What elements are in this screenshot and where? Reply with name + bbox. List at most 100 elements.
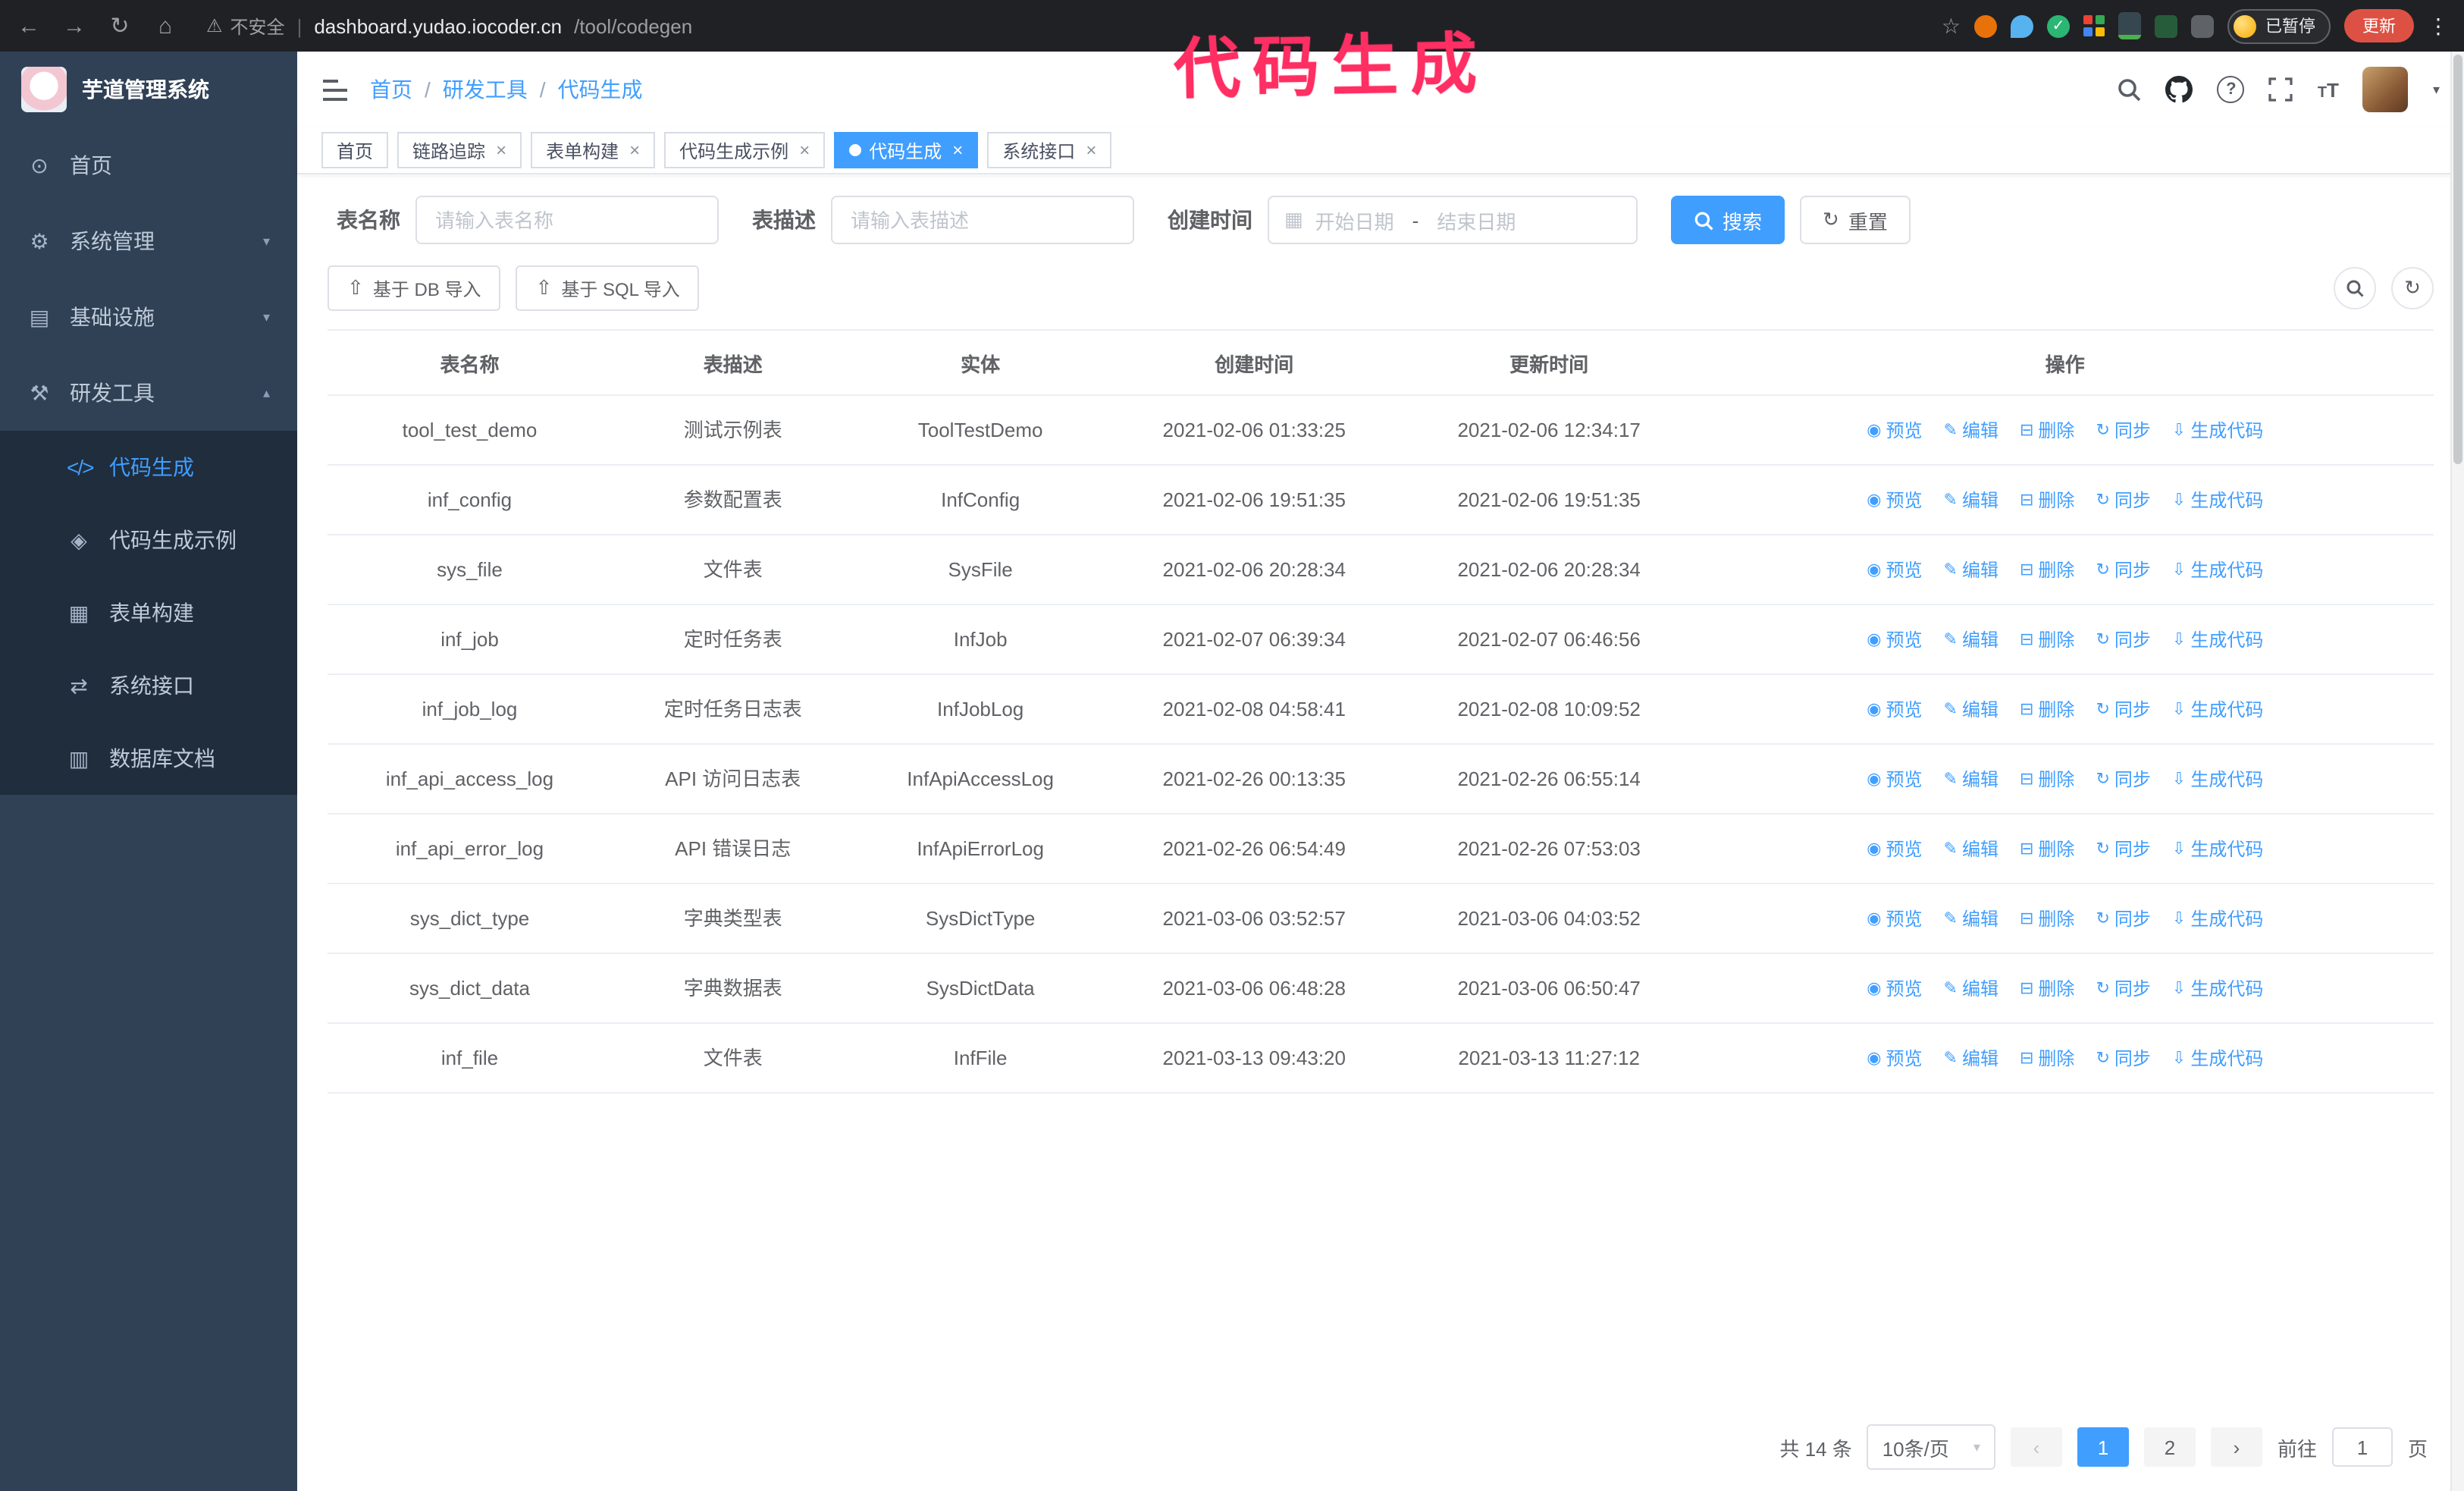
import-sql-button[interactable]: ⇧ 基于 SQL 导入 [516, 265, 700, 311]
date-range-picker[interactable]: ▦ 开始日期 - 结束日期 [1268, 196, 1638, 244]
sync-link[interactable]: ↻ 同步 [2096, 554, 2150, 587]
edit-link[interactable]: ✎ 编辑 [1944, 623, 1998, 657]
app-logo[interactable]: 芋道管理系统 [0, 52, 297, 127]
preview-link[interactable]: ◉ 预览 [1867, 763, 1922, 796]
preview-link[interactable]: ◉ 预览 [1867, 1042, 1922, 1075]
profile-paused-chip[interactable]: 已暂停 [2227, 8, 2331, 43]
preview-link[interactable]: ◉ 预览 [1867, 414, 1922, 447]
chrome-menu-icon[interactable]: ⋮ [2428, 13, 2449, 39]
close-tab-icon[interactable]: × [952, 140, 963, 161]
edit-link[interactable]: ✎ 编辑 [1944, 902, 1998, 936]
preview-link[interactable]: ◉ 预览 [1867, 693, 1922, 727]
extension-icon-grid[interactable] [2083, 15, 2105, 36]
chrome-update-button[interactable]: 更新 [2344, 9, 2414, 42]
sync-link[interactable]: ↻ 同步 [2096, 414, 2150, 447]
goto-page-input[interactable] [2331, 1427, 2393, 1467]
delete-link[interactable]: ⊟ 删除 [2020, 902, 2074, 936]
prev-page-button[interactable]: ‹ [2010, 1427, 2062, 1467]
preview-link[interactable]: ◉ 预览 [1867, 833, 1922, 866]
generate-code-link[interactable]: ⇩ 生成代码 [2172, 833, 2263, 866]
reload-icon[interactable]: ↻ [106, 12, 133, 39]
extension-icon-green-check[interactable]: ✓ [2047, 14, 2070, 37]
sync-link[interactable]: ↻ 同步 [2096, 693, 2150, 727]
font-size-icon[interactable]: TT [2318, 78, 2339, 101]
breadcrumb-dev-tools[interactable]: 研发工具 [443, 74, 528, 105]
tab-api[interactable]: 系统接口 × [987, 132, 1112, 168]
close-tab-icon[interactable]: × [799, 140, 810, 161]
edit-link[interactable]: ✎ 编辑 [1944, 554, 1998, 587]
tab-codegen-example[interactable]: 代码生成示例 × [664, 132, 826, 168]
sidebar-item-db-doc[interactable]: ▥ 数据库文档 [0, 722, 297, 795]
preview-link[interactable]: ◉ 预览 [1867, 902, 1922, 936]
sidebar-item-infrastructure[interactable]: ▤ 基础设施 ▾ [0, 279, 297, 355]
extension-icon-leaf[interactable] [2155, 14, 2177, 37]
sidebar-item-form-builder[interactable]: ▦ 表单构建 [0, 576, 297, 649]
sync-link[interactable]: ↻ 同步 [2096, 763, 2150, 796]
generate-code-link[interactable]: ⇩ 生成代码 [2172, 414, 2263, 447]
generate-code-link[interactable]: ⇩ 生成代码 [2172, 902, 2263, 936]
breadcrumb-home[interactable]: 首页 [370, 74, 412, 105]
refresh-table-button[interactable]: ↻ [2391, 267, 2434, 309]
edit-link[interactable]: ✎ 编辑 [1944, 484, 1998, 517]
toggle-search-button[interactable] [2334, 267, 2376, 309]
generate-code-link[interactable]: ⇩ 生成代码 [2172, 623, 2263, 657]
search-icon[interactable] [2118, 77, 2142, 102]
page-button-1[interactable]: 1 [2077, 1427, 2129, 1467]
generate-code-link[interactable]: ⇩ 生成代码 [2172, 554, 2263, 587]
delete-link[interactable]: ⊟ 删除 [2020, 972, 2074, 1006]
delete-link[interactable]: ⊟ 删除 [2020, 623, 2074, 657]
close-tab-icon[interactable]: × [629, 140, 640, 161]
avatar-caret-icon[interactable]: ▾ [2433, 81, 2440, 98]
delete-link[interactable]: ⊟ 删除 [2020, 554, 2074, 587]
sync-link[interactable]: ↻ 同步 [2096, 902, 2150, 936]
scrollbar[interactable] [2450, 52, 2464, 1491]
preview-link[interactable]: ◉ 预览 [1867, 623, 1922, 657]
edit-link[interactable]: ✎ 编辑 [1944, 1042, 1998, 1075]
delete-link[interactable]: ⊟ 删除 [2020, 484, 2074, 517]
sidebar-item-home[interactable]: ⊙ 首页 [0, 127, 297, 203]
extension-icon-orange[interactable] [1974, 14, 1997, 37]
generate-code-link[interactable]: ⇩ 生成代码 [2172, 693, 2263, 727]
github-icon[interactable] [2165, 76, 2193, 103]
user-avatar[interactable] [2362, 67, 2409, 112]
edit-link[interactable]: ✎ 编辑 [1944, 693, 1998, 727]
preview-link[interactable]: ◉ 预览 [1867, 554, 1922, 587]
delete-link[interactable]: ⊟ 删除 [2020, 1042, 2074, 1075]
not-secure-warning[interactable]: ⚠ 不安全 [206, 13, 285, 39]
address-bar[interactable]: ⚠ 不安全 | dashboard.yudao.iocoder.cn/tool/c… [197, 13, 1923, 39]
bookmark-star-icon[interactable]: ☆ [1942, 13, 1961, 39]
help-icon[interactable]: ? [2217, 76, 2245, 103]
fullscreen-icon[interactable] [2269, 77, 2293, 102]
edit-link[interactable]: ✎ 编辑 [1944, 833, 1998, 866]
sidebar-item-dev-tools[interactable]: ⚒ 研发工具 ▴ [0, 355, 297, 431]
import-db-button[interactable]: ⇧ 基于 DB 导入 [328, 265, 501, 311]
generate-code-link[interactable]: ⇩ 生成代码 [2172, 763, 2263, 796]
close-tab-icon[interactable]: × [496, 140, 506, 161]
edit-link[interactable]: ✎ 编辑 [1944, 414, 1998, 447]
sidebar-item-api[interactable]: ⇄ 系统接口 [0, 649, 297, 722]
sync-link[interactable]: ↻ 同步 [2096, 1042, 2150, 1075]
next-page-button[interactable]: › [2210, 1427, 2262, 1467]
preview-link[interactable]: ◉ 预览 [1867, 484, 1922, 517]
delete-link[interactable]: ⊟ 删除 [2020, 693, 2074, 727]
tab-trace[interactable]: 链路追踪 × [397, 132, 522, 168]
sidebar-item-codegen-example[interactable]: ◈ 代码生成示例 [0, 504, 297, 576]
generate-code-link[interactable]: ⇩ 生成代码 [2172, 972, 2263, 1006]
close-tab-icon[interactable]: × [1086, 140, 1096, 161]
sidebar-item-system[interactable]: ⚙ 系统管理 ▾ [0, 203, 297, 279]
table-name-input[interactable] [415, 196, 719, 244]
scrollbar-thumb[interactable] [2453, 55, 2462, 464]
forward-icon[interactable]: → [61, 13, 88, 39]
search-button[interactable]: 搜索 [1671, 196, 1785, 244]
page-button-2[interactable]: 2 [2143, 1427, 2196, 1467]
edit-link[interactable]: ✎ 编辑 [1944, 972, 1998, 1006]
generate-code-link[interactable]: ⇩ 生成代码 [2172, 484, 2263, 517]
sync-link[interactable]: ↻ 同步 [2096, 972, 2150, 1006]
delete-link[interactable]: ⊟ 删除 [2020, 833, 2074, 866]
extension-icon-blue-drop[interactable] [2011, 14, 2033, 37]
home-icon[interactable]: ⌂ [152, 13, 179, 39]
extensions-puzzle-icon[interactable] [2191, 14, 2214, 37]
sync-link[interactable]: ↻ 同步 [2096, 623, 2150, 657]
table-desc-input[interactable] [831, 196, 1134, 244]
page-size-select[interactable]: 10条/页 ▾ [1867, 1424, 1995, 1470]
